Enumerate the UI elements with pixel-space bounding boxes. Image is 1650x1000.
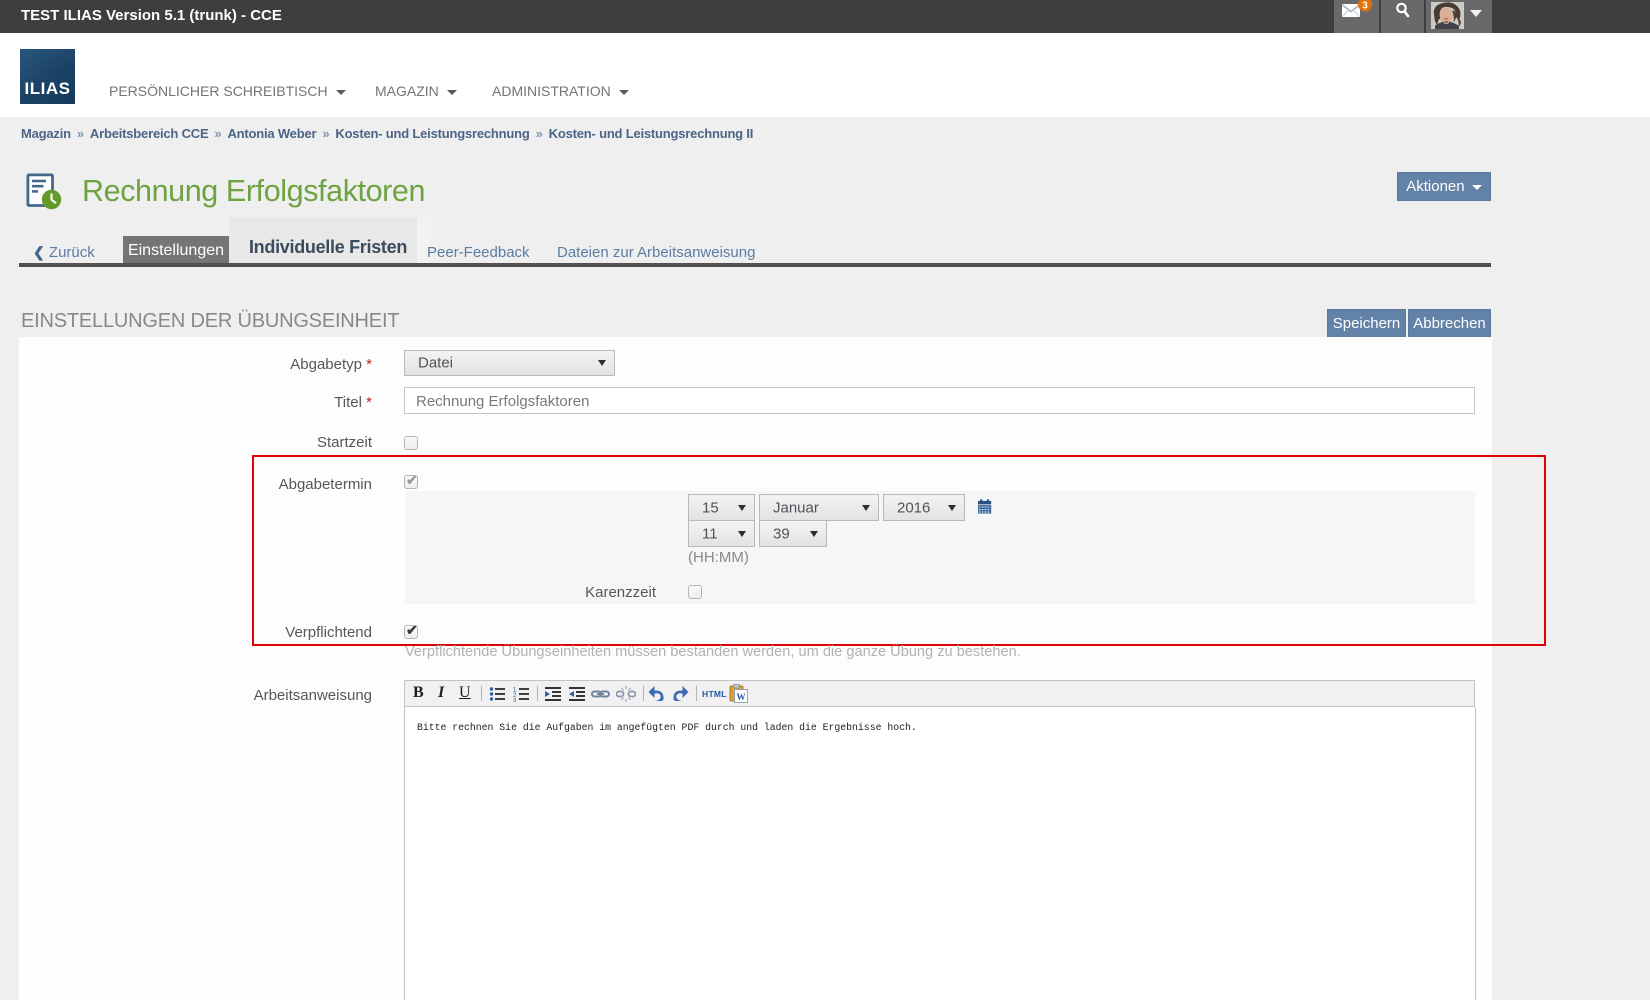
svg-text:3: 3: [1362, 1, 1368, 12]
svg-text:3: 3: [513, 699, 517, 703]
svg-text:W: W: [737, 692, 746, 702]
